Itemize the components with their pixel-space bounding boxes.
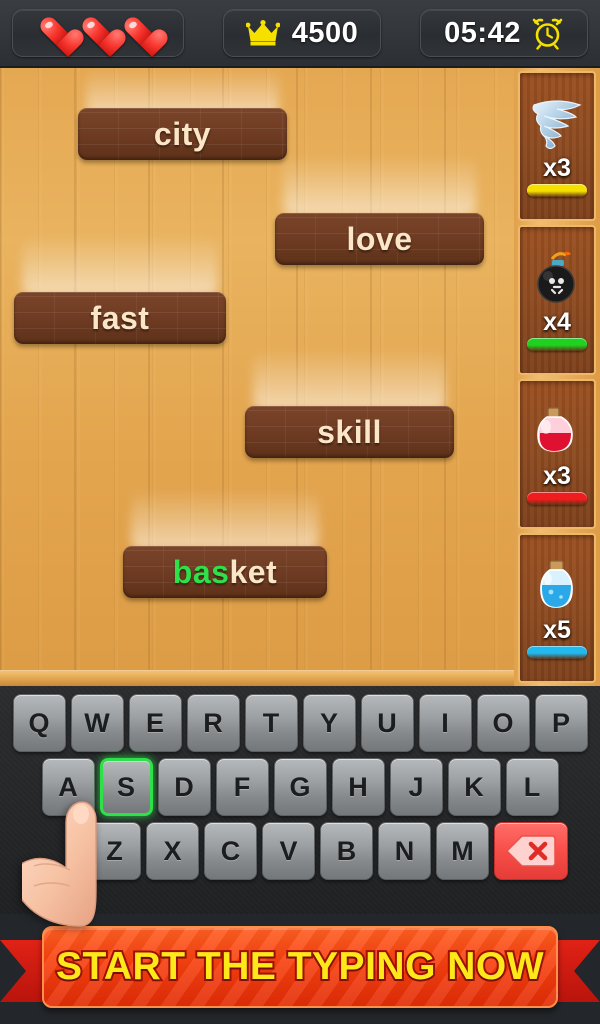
key-p[interactable]: P bbox=[534, 694, 588, 752]
powerup-charge-bar bbox=[527, 338, 587, 351]
word-brick-text: basket bbox=[173, 554, 277, 591]
word-motion-trail bbox=[22, 234, 218, 296]
word-remaining-part: love bbox=[346, 220, 413, 257]
lives-panel bbox=[12, 9, 184, 57]
alarm-clock-icon bbox=[532, 18, 563, 50]
score-panel: 4500 bbox=[223, 9, 381, 57]
key-q[interactable]: Q bbox=[12, 694, 66, 752]
powerup-rail: x3 x4 x3 x5 bbox=[514, 68, 600, 686]
key-o[interactable]: O bbox=[476, 694, 530, 752]
powerup-count: x5 bbox=[543, 616, 571, 644]
key-j[interactable]: J bbox=[389, 758, 443, 816]
powerup-charge-bar bbox=[527, 646, 587, 659]
powerup-count: x4 bbox=[543, 308, 571, 336]
key-l[interactable]: L bbox=[505, 758, 559, 816]
blue-potion-icon bbox=[540, 560, 573, 608]
powerup-count: x3 bbox=[543, 462, 571, 490]
game-screen: 4500 05:42 city love fast skill basket x3 x4 x… bbox=[0, 0, 600, 1024]
key-c[interactable]: C bbox=[204, 822, 257, 880]
word-brick: love bbox=[275, 213, 484, 265]
key-s[interactable]: S bbox=[99, 758, 153, 816]
timer-value: 05:42 bbox=[444, 16, 521, 49]
tornado-icon bbox=[532, 100, 582, 150]
key-a[interactable]: A bbox=[41, 758, 95, 816]
heart-icon bbox=[81, 17, 115, 49]
word-brick-text: fast bbox=[91, 300, 150, 337]
key-v[interactable]: V bbox=[262, 822, 315, 880]
on-screen-keyboard: QWERTYUIOP ASDFGHJKL ZXCVBNM bbox=[0, 686, 600, 914]
key-g[interactable]: G bbox=[273, 758, 327, 816]
powerup-count: x3 bbox=[543, 154, 571, 182]
game-board: city love fast skill basket bbox=[0, 68, 600, 686]
word-remaining-part: city bbox=[153, 115, 212, 152]
word-remaining-part: ket bbox=[229, 553, 278, 590]
key-w[interactable]: W bbox=[70, 694, 124, 752]
word-brick-text: love bbox=[346, 221, 412, 258]
word-typed-part: bas bbox=[172, 553, 230, 590]
powerup-charge-bar bbox=[527, 184, 587, 197]
word-brick: basket bbox=[123, 546, 327, 598]
key-b[interactable]: B bbox=[320, 822, 373, 880]
key-t[interactable]: T bbox=[244, 694, 298, 752]
key-k[interactable]: K bbox=[447, 758, 501, 816]
call-to-action-ribbon[interactable]: START THE TYPING NOW bbox=[42, 926, 558, 1008]
red-potion-icon bbox=[537, 407, 573, 452]
word-brick: fast bbox=[14, 292, 226, 344]
backspace-delete-icon bbox=[506, 835, 556, 867]
powerup-bomb[interactable]: x4 bbox=[518, 225, 596, 375]
word-brick-text: skill bbox=[317, 414, 382, 451]
key-m[interactable]: M bbox=[436, 822, 489, 880]
word-brick: skill bbox=[245, 406, 454, 458]
call-to-action-text: START THE TYPING NOW bbox=[54, 943, 546, 990]
word-motion-trail bbox=[131, 488, 319, 550]
powerup-red-potion[interactable]: x3 bbox=[518, 379, 596, 529]
key-y[interactable]: Y bbox=[302, 694, 356, 752]
word-brick: city bbox=[78, 108, 287, 160]
key-x[interactable]: X bbox=[146, 822, 199, 880]
keyboard-row-2: ASDFGHJKL bbox=[0, 758, 600, 816]
crown-icon bbox=[245, 20, 280, 46]
key-r[interactable]: R bbox=[186, 694, 240, 752]
timer-panel: 05:42 bbox=[420, 9, 588, 57]
word-remaining-part: skill bbox=[317, 413, 382, 450]
key-n[interactable]: N bbox=[378, 822, 431, 880]
bomb-skull-icon bbox=[537, 251, 575, 303]
word-brick-text: city bbox=[154, 116, 211, 153]
powerup-blue-potion[interactable]: x5 bbox=[518, 533, 596, 683]
key-h[interactable]: H bbox=[331, 758, 385, 816]
keyboard-row-1: QWERTYUIOP bbox=[0, 694, 600, 752]
heart-icon bbox=[39, 17, 73, 49]
key-z[interactable]: Z bbox=[88, 822, 141, 880]
key-i[interactable]: I bbox=[418, 694, 472, 752]
key-u[interactable]: U bbox=[360, 694, 414, 752]
key-d[interactable]: D bbox=[157, 758, 211, 816]
bottom-banner: START THE TYPING NOW bbox=[0, 918, 600, 1024]
board-base-ledge bbox=[0, 670, 600, 686]
backspace-key[interactable] bbox=[494, 822, 568, 880]
top-hud: 4500 05:42 bbox=[0, 0, 600, 68]
word-remaining-part: fast bbox=[90, 299, 150, 336]
word-motion-trail bbox=[253, 348, 446, 410]
powerup-charge-bar bbox=[527, 492, 587, 505]
heart-icon bbox=[123, 17, 157, 49]
key-f[interactable]: F bbox=[215, 758, 269, 816]
key-e[interactable]: E bbox=[128, 694, 182, 752]
powerup-tornado[interactable]: x3 bbox=[518, 71, 596, 221]
word-motion-trail bbox=[283, 155, 476, 217]
keyboard-row-3: ZXCVBNM bbox=[0, 822, 600, 880]
score-value: 4500 bbox=[291, 16, 359, 49]
